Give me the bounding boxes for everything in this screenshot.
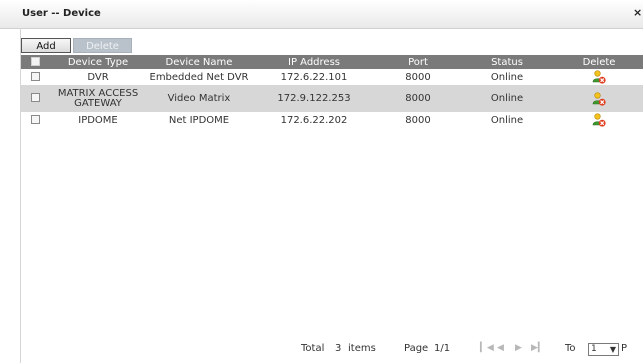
delete-button[interactable]: Delete — [73, 38, 132, 53]
header-port[interactable]: Port — [377, 55, 459, 69]
cell-ip-address: 172.9.122.253 — [251, 85, 377, 112]
row-select-cell — [21, 112, 49, 128]
row-checkbox[interactable] — [30, 115, 40, 124]
cell-device-name: Video Matrix — [147, 85, 251, 112]
pagination-bar: Total 3 items Page 1/1 ▎◀ ◀ ▶ ▶▎ To 1 ▼ … — [0, 343, 643, 357]
cell-port: 8000 — [405, 71, 431, 83]
cell-status: Online — [459, 85, 555, 112]
header-device-type[interactable]: Device Type — [49, 55, 147, 69]
device-table: Device Type Device Name IP Address Port … — [21, 55, 643, 128]
cell-device-type: IPDOME — [78, 114, 118, 126]
goto-page-select[interactable]: 1 ▼ — [588, 343, 619, 356]
goto-label: To — [565, 343, 576, 354]
cell-device-name: Embedded Net DVR — [149, 71, 249, 83]
cell-device-type: MATRIX ACCESS GATEWAY — [49, 85, 147, 112]
cell-port: 8000 — [405, 114, 431, 126]
select-all-checkbox[interactable] — [30, 57, 40, 66]
add-button[interactable]: Add — [21, 38, 71, 53]
table-row[interactable]: MATRIX ACCESS GATEWAY Video Matrix 172.9… — [21, 85, 643, 112]
page-suffix: P — [621, 343, 628, 354]
cell-status: Online — [490, 71, 524, 83]
cell-device-name: Net IPDOME — [168, 114, 230, 126]
first-page-icon[interactable]: ▎◀ — [480, 343, 494, 353]
total-count: 3 — [335, 343, 342, 354]
cell-port: 8000 — [377, 85, 459, 112]
cell-ip-address: 172.6.22.101 — [280, 71, 348, 83]
row-select-cell — [21, 69, 49, 85]
goto-page-value: 1 — [591, 344, 597, 354]
cell-status: Online — [490, 114, 524, 126]
user-delete-icon[interactable] — [592, 70, 606, 84]
select-all-header — [21, 55, 49, 69]
cell-delete — [555, 69, 643, 85]
cell-delete — [555, 85, 643, 112]
row-checkbox[interactable] — [30, 72, 40, 81]
next-page-icon[interactable]: ▶ — [515, 343, 522, 353]
table-row[interactable]: DVR Embedded Net DVR 172.6.22.101 8000 O… — [21, 69, 643, 85]
table-header-row: Device Type Device Name IP Address Port … — [21, 55, 643, 69]
row-checkbox[interactable] — [30, 93, 40, 103]
window-title: User -- Device — [22, 8, 101, 19]
chevron-down-icon: ▼ — [609, 345, 616, 354]
header-device-name[interactable]: Device Name — [147, 55, 251, 69]
row-select-cell — [21, 85, 49, 112]
user-delete-icon[interactable] — [592, 113, 606, 127]
user-delete-icon[interactable] — [592, 91, 606, 106]
cell-delete — [555, 112, 643, 128]
page-value: 1/1 — [434, 343, 451, 354]
page-label: Page — [404, 343, 429, 354]
header-ip-address[interactable]: IP Address — [251, 55, 377, 69]
close-icon[interactable]: × — [633, 7, 643, 19]
header-delete: Delete — [555, 55, 643, 69]
items-label: items — [348, 343, 376, 354]
cell-device-type: DVR — [87, 71, 109, 83]
header-status[interactable]: Status — [459, 55, 555, 69]
window-titlebar: User -- Device × — [0, 0, 643, 29]
total-label: Total — [301, 343, 325, 354]
last-page-icon[interactable]: ▶▎ — [531, 343, 545, 353]
table-row[interactable]: IPDOME Net IPDOME 172.6.22.202 8000 Onli… — [21, 112, 643, 128]
prev-page-icon[interactable]: ◀ — [497, 343, 504, 353]
cell-ip-address: 172.6.22.202 — [280, 114, 348, 126]
